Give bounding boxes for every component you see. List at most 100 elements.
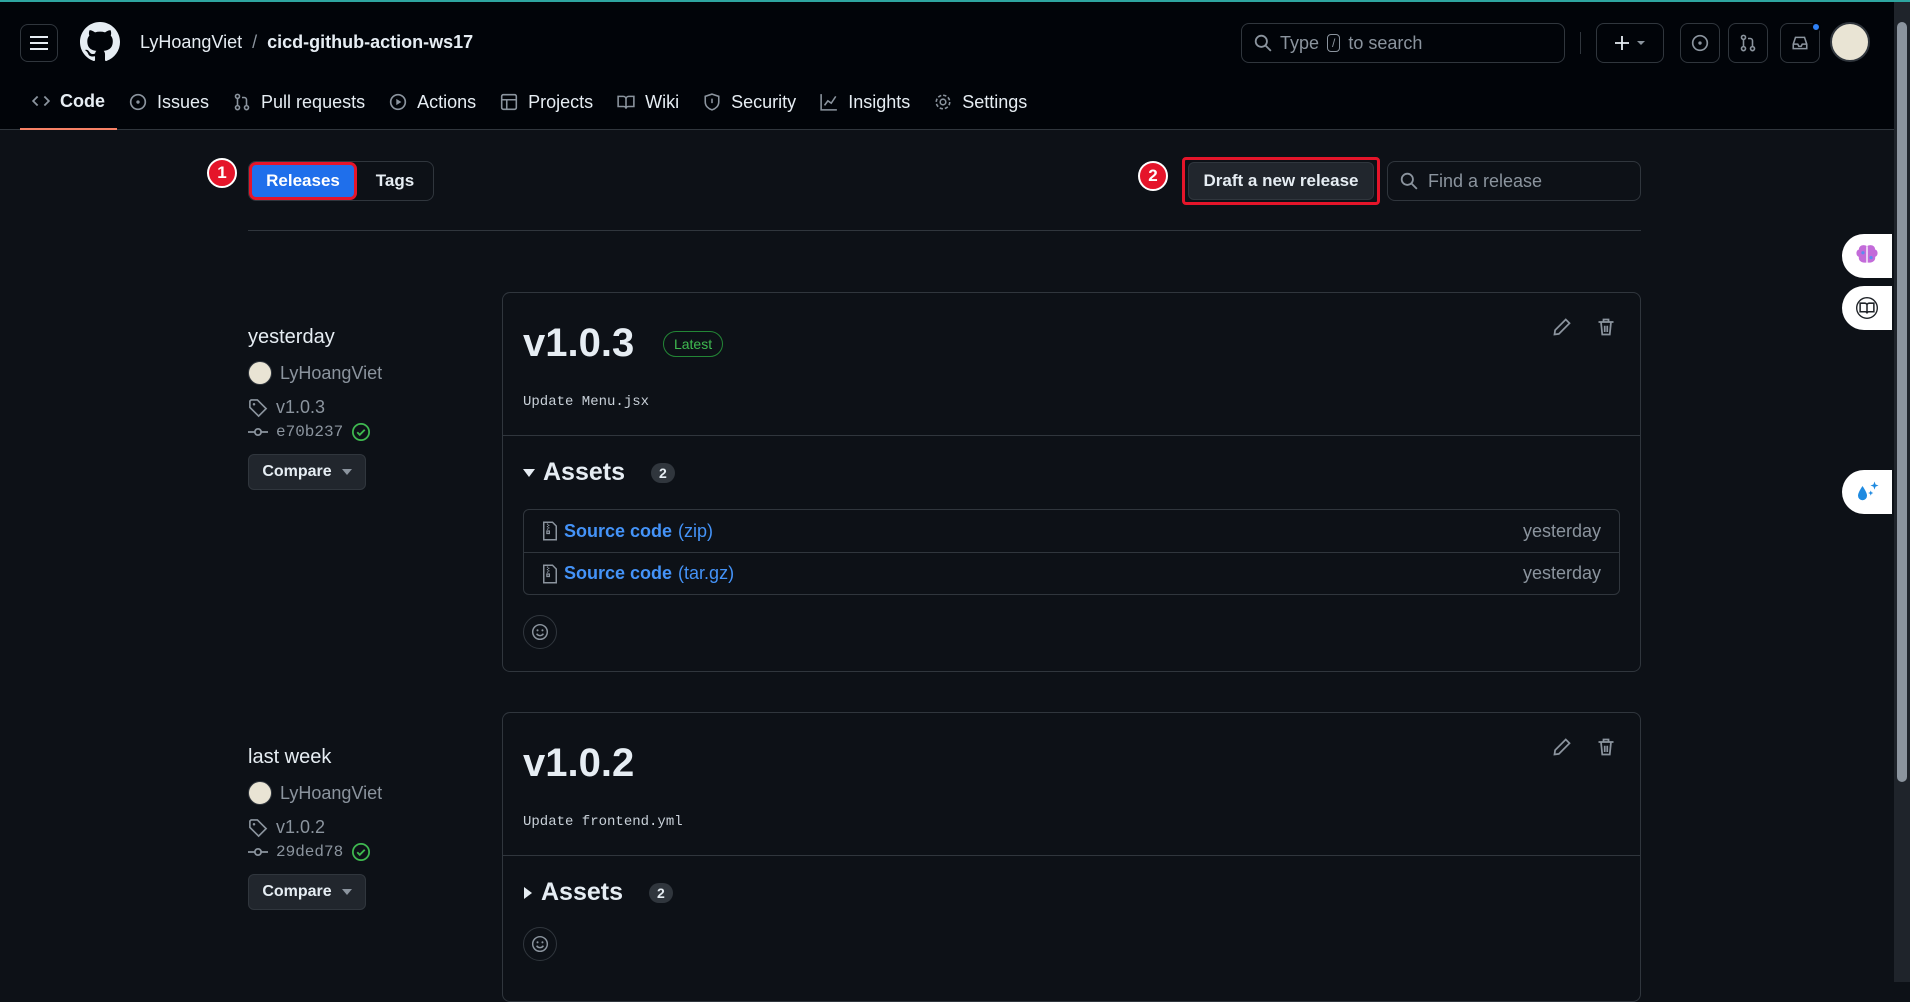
tab-actions-label: Actions (417, 91, 477, 112)
triangle-down-icon (341, 469, 352, 475)
git-commit-icon (248, 848, 268, 856)
tab-issues[interactable]: Issues (117, 82, 221, 122)
compare-button[interactable]: Compare (248, 454, 366, 490)
tab-insights[interactable]: Insights (808, 82, 922, 122)
tags-tab[interactable]: Tags (357, 162, 433, 200)
issues-button[interactable] (1680, 23, 1720, 63)
assets-list: Source code (zip) yesterday Source code … (523, 509, 1620, 595)
trash-icon[interactable] (1596, 737, 1616, 757)
user-avatar[interactable] (1830, 22, 1870, 62)
asset-link[interactable]: Source code (564, 563, 672, 584)
assets-toggle[interactable]: Assets 2 (523, 878, 1620, 907)
tag-name: v1.0.2 (276, 817, 326, 837)
inbox-icon (1792, 36, 1808, 50)
release-tag[interactable]: v1.0.2 (248, 817, 382, 838)
issue-opened-icon (1691, 34, 1709, 52)
tag-name: v1.0.3 (276, 397, 326, 417)
breadcrumb-separator: / (252, 32, 258, 52)
tab-insights-label: Insights (848, 91, 911, 112)
avatar (248, 781, 272, 805)
release-author[interactable]: LyHoangViet (248, 361, 382, 385)
file-zip-icon (543, 521, 557, 541)
owner-link[interactable]: LyHoangViet (140, 32, 242, 53)
tab-settings[interactable]: Settings (922, 82, 1039, 122)
commit-sha: e70b237 (276, 423, 344, 441)
tab-wiki[interactable]: Wiki (605, 82, 691, 122)
compare-button[interactable]: Compare (248, 874, 366, 910)
create-new-button[interactable] (1596, 23, 1664, 63)
release-tag[interactable]: v1.0.3 (248, 397, 382, 418)
hamburger-icon (30, 36, 48, 50)
tab-settings-label: Settings (962, 91, 1028, 112)
brain-extension-button[interactable] (1842, 234, 1892, 278)
release-title[interactable]: v1.0.2 (523, 741, 634, 786)
asset-ext[interactable]: (tar.gz) (678, 563, 734, 584)
find-release-placeholder: Find a release (1428, 170, 1543, 191)
search-icon (1254, 34, 1272, 52)
repo-link[interactable]: cicd-github-action-ws17 (267, 32, 473, 53)
tab-code-label: Code (60, 90, 105, 111)
tab-wiki-label: Wiki (645, 91, 680, 112)
find-release-input[interactable]: Find a release (1387, 161, 1641, 201)
tab-projects[interactable]: Projects (488, 82, 605, 122)
pencil-icon[interactable] (1552, 737, 1572, 757)
add-reaction-button[interactable] (523, 615, 557, 649)
release-header: v1.0.2 Update frontend.yml (503, 713, 1640, 856)
author-name: LyHoangViet (280, 782, 383, 803)
release-notes: Update frontend.yml (523, 814, 683, 830)
sparkle-extension-button[interactable] (1842, 470, 1892, 514)
release-title[interactable]: v1.0.3 (523, 321, 634, 366)
asset-row: Source code (zip) yesterday (524, 510, 1619, 552)
triangle-down-icon (341, 889, 352, 895)
release-card: v1.0.3 Latest Update Menu.jsx Assets 2 S… (502, 292, 1641, 672)
pencil-icon[interactable] (1552, 317, 1572, 337)
release-meta: yesterday LyHoangViet v1.0.3 e70b237 Com… (248, 326, 382, 490)
assets-section: Assets 2 Source code (zip) yesterday Sou… (503, 436, 1640, 671)
compare-label: Compare (262, 883, 332, 900)
check-circle-icon (352, 843, 371, 861)
release-actions (1552, 317, 1616, 337)
reader-extension-button[interactable] (1842, 286, 1892, 330)
search-input[interactable]: Type / to search (1241, 23, 1565, 63)
git-pull-request-icon (234, 93, 250, 111)
plus-icon (1615, 36, 1645, 50)
draft-release-highlight: Draft a new release (1182, 157, 1380, 205)
add-reaction-button[interactable] (523, 927, 557, 961)
tab-actions[interactable]: Actions (377, 82, 488, 122)
tab-code[interactable]: Code (20, 82, 117, 130)
author-name: LyHoangViet (280, 362, 383, 383)
release-author[interactable]: LyHoangViet (248, 781, 382, 805)
tab-pull-requests[interactable]: Pull requests (221, 82, 377, 122)
search-prefix: Type (1280, 32, 1320, 53)
release-commit[interactable]: e70b237 (248, 422, 382, 442)
divider (248, 230, 1641, 231)
search-icon (1400, 172, 1418, 190)
trash-icon[interactable] (1596, 317, 1616, 337)
assets-toggle[interactable]: Assets 2 (523, 458, 1620, 487)
latest-badge: Latest (662, 330, 724, 357)
brain-icon (1856, 245, 1878, 266)
asset-time: yesterday (1522, 563, 1601, 583)
file-zip-icon (543, 564, 557, 583)
release-meta: last week LyHoangViet v1.0.2 29ded78 Com… (248, 746, 382, 910)
releases-tab[interactable]: Releases (249, 162, 357, 200)
draft-release-button[interactable]: Draft a new release (1188, 162, 1374, 200)
scrollbar-thumb[interactable] (1897, 22, 1907, 782)
repo-nav: Code Issues Pull requests Actions Projec… (20, 82, 1039, 130)
asset-link[interactable]: Source code (564, 521, 672, 542)
tab-security[interactable]: Security (691, 82, 808, 122)
assets-count: 2 (649, 882, 673, 903)
asset-ext[interactable]: (zip) (678, 521, 713, 542)
code-icon (32, 95, 50, 107)
step-marker-1: 1 (207, 158, 237, 188)
divider (1580, 32, 1581, 54)
asset-row: Source code (tar.gz) yesterday (524, 552, 1619, 594)
pull-requests-button[interactable] (1728, 23, 1768, 63)
github-logo-icon[interactable] (80, 22, 120, 62)
git-commit-icon (248, 428, 268, 436)
tag-icon (249, 398, 268, 417)
release-commit[interactable]: 29ded78 (248, 842, 382, 862)
assets-section: Assets 2 (503, 856, 1640, 983)
breadcrumb: LyHoangViet / cicd-github-action-ws17 (140, 32, 473, 53)
menu-button[interactable] (20, 24, 58, 62)
